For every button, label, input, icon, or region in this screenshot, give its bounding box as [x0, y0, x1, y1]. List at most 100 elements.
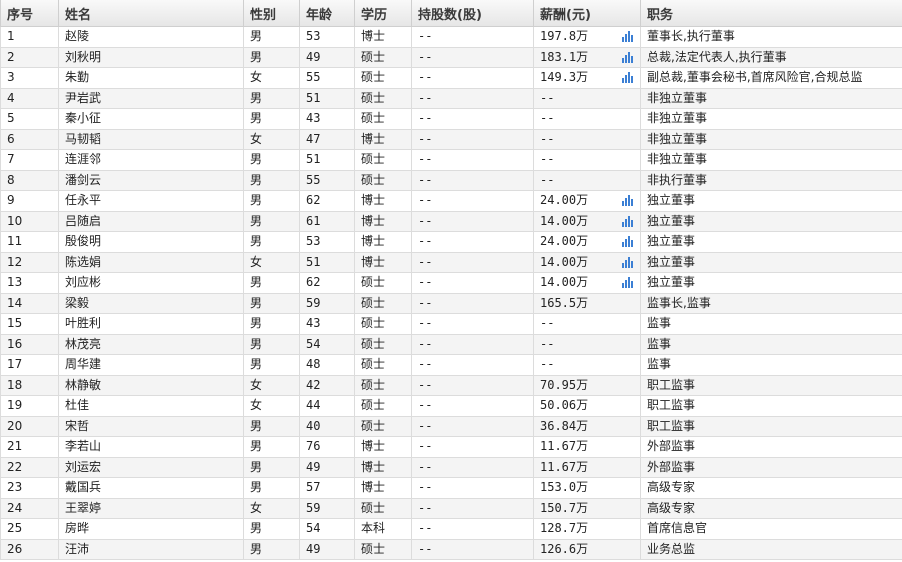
salary-value: -- [540, 336, 555, 351]
cell-education: 博士 [354, 477, 412, 499]
salary-value: 126.6万 [540, 541, 589, 556]
table-row[interactable]: 20 宋哲男 40 硕士 -- 36.84万 职工监事 [0, 415, 902, 437]
cell-education: 硕士 [354, 108, 412, 130]
cell-gender: 女 [243, 67, 300, 89]
table-row[interactable]: 10 吕随启男 61 博士 -- 14.00万 独立董事 [0, 210, 902, 232]
table-row[interactable]: 21 李若山男 76 博士 -- 11.67万 外部监事 [0, 436, 902, 458]
cell-education: 硕士 [354, 333, 412, 355]
salary-value: 50.06万 [540, 398, 589, 413]
col-header-education[interactable]: 学历 [354, 0, 412, 27]
cell-index: 26 [0, 538, 59, 560]
table-row[interactable]: 1 赵陵男 53 博士 -- 197.8万 董事长,执行董事 [0, 26, 902, 48]
table-row[interactable]: 6 马韧韬女 47 博士 -- -- 非独立董事 [0, 128, 902, 150]
cell-education: 博士 [354, 190, 412, 212]
salary-value: 24.00万 [540, 193, 589, 208]
cell-index: 20 [0, 415, 59, 437]
table-row[interactable]: 18 林静敏女 42 硕士 -- 70.95万 职工监事 [0, 374, 902, 396]
cell-shares: -- [411, 436, 534, 458]
table-row[interactable]: 5 秦小征男 43 硕士 -- -- 非独立董事 [0, 108, 902, 130]
table-row[interactable]: 7 连涯邻男 51 硕士 -- -- 非独立董事 [0, 149, 902, 171]
salary-value: 197.8万 [540, 29, 589, 44]
col-header-salary[interactable]: 薪酬(元) [533, 0, 641, 27]
bar-chart-icon[interactable] [622, 195, 634, 206]
cell-shares: -- [411, 149, 534, 171]
bar-chart-icon[interactable] [622, 215, 634, 227]
cell-age: 76 [299, 436, 355, 458]
cell-index: 23 [0, 477, 59, 499]
cell-salary: 153.0万 [533, 477, 641, 499]
cell-position: 职工监事 [640, 374, 902, 396]
cell-gender: 女 [243, 128, 300, 150]
cell-shares: -- [411, 169, 534, 191]
table-row[interactable]: 26 汪沛男 49 硕士 -- 126.6万 业务总监 [0, 538, 902, 560]
cell-name: 房晔 [58, 518, 244, 540]
col-header-name[interactable]: 姓名 [58, 0, 244, 27]
table-row[interactable]: 13 刘应彬男 62 硕士 -- 14.00万 独立董事 [0, 272, 902, 294]
salary-value: 165.5万 [540, 295, 589, 310]
table-row[interactable]: 8 潘剑云男 55 硕士 -- -- 非执行董事 [0, 169, 902, 191]
cell-name: 任永平 [58, 190, 244, 212]
table-row[interactable]: 15 叶胜利男 43 硕士 -- -- 监事 [0, 313, 902, 335]
cell-position: 监事 [640, 354, 902, 376]
table-row[interactable]: 23 戴国兵男 57 博士 -- 153.0万 高级专家 [0, 477, 902, 499]
cell-salary: 14.00万 [533, 272, 641, 294]
col-header-position[interactable]: 职务 [640, 0, 902, 27]
cell-salary: 50.06万 [533, 395, 641, 417]
cell-name: 林茂亮 [58, 333, 244, 355]
cell-position: 职工监事 [640, 415, 902, 437]
table-row[interactable]: 22 刘运宏男 49 博士 -- 11.67万 外部监事 [0, 456, 902, 478]
salary-value: 70.95万 [540, 377, 589, 392]
table-row[interactable]: 19 杜佳女 44 硕士 -- 50.06万 职工监事 [0, 395, 902, 417]
cell-salary: 36.84万 [533, 415, 641, 437]
salary-value: -- [540, 90, 555, 105]
table-row[interactable]: 2 刘秋明男 49 硕士 -- 183.1万 总裁,法定代表人,执行董事 [0, 46, 902, 68]
table-row[interactable]: 14 梁毅男 59 硕士 -- 165.5万 监事长,监事 [0, 292, 902, 314]
cell-age: 54 [299, 518, 355, 540]
table-row[interactable]: 25 房晔男 54 本科 -- 128.7万 首席信息官 [0, 518, 902, 540]
table-row[interactable]: 24 王翠婷女 59 硕士 -- 150.7万 高级专家 [0, 497, 902, 519]
cell-position: 外部监事 [640, 456, 902, 478]
cell-shares: -- [411, 538, 534, 560]
table-row[interactable]: 9 任永平男 62 博士 -- 24.00万 独立董事 [0, 190, 902, 212]
cell-education: 硕士 [354, 354, 412, 376]
cell-shares: -- [411, 108, 534, 130]
cell-index: 4 [0, 87, 59, 109]
table-row[interactable]: 3 朱勤女 55 硕士 -- 149.3万 副总裁,董事会秘书,首席风险官,合规总监 [0, 67, 902, 89]
cell-education: 硕士 [354, 374, 412, 396]
cell-salary: -- [533, 354, 641, 376]
bar-chart-icon[interactable] [622, 236, 634, 247]
cell-gender: 男 [243, 333, 300, 355]
bar-chart-icon[interactable] [622, 256, 634, 268]
salary-value: -- [540, 111, 555, 126]
salary-value: -- [540, 357, 555, 372]
cell-index: 10 [0, 210, 59, 232]
bar-chart-icon[interactable] [622, 31, 634, 42]
salary-value: 24.00万 [540, 234, 589, 249]
cell-age: 61 [299, 210, 355, 232]
table-row[interactable]: 12 陈选娟女 51 博士 -- 14.00万 独立董事 [0, 251, 902, 273]
col-header-shares[interactable]: 持股数(股) [411, 0, 534, 27]
cell-education: 硕士 [354, 497, 412, 519]
cell-gender: 男 [243, 415, 300, 437]
table-row[interactable]: 16 林茂亮男 54 硕士 -- -- 监事 [0, 333, 902, 355]
cell-gender: 男 [243, 169, 300, 191]
table-row[interactable]: 11 殷俊明男 53 博士 -- 24.00万 独立董事 [0, 231, 902, 253]
col-header-gender[interactable]: 性别 [243, 0, 300, 27]
cell-age: 62 [299, 272, 355, 294]
cell-gender: 女 [243, 251, 300, 273]
cell-position: 非独立董事 [640, 108, 902, 130]
cell-age: 62 [299, 190, 355, 212]
cell-position: 独立董事 [640, 231, 902, 253]
bar-chart-icon[interactable] [622, 72, 634, 83]
cell-gender: 男 [243, 518, 300, 540]
col-header-index[interactable]: 序号 [0, 0, 59, 27]
cell-age: 55 [299, 67, 355, 89]
cell-name: 刘运宏 [58, 456, 244, 478]
table-row[interactable]: 17 周华建男 48 硕士 -- -- 监事 [0, 354, 902, 376]
bar-chart-icon[interactable] [622, 277, 634, 288]
table-row[interactable]: 4 尹岩武男 51 硕士 -- -- 非独立董事 [0, 87, 902, 109]
col-header-age[interactable]: 年龄 [299, 0, 355, 27]
cell-gender: 男 [243, 231, 300, 253]
cell-age: 42 [299, 374, 355, 396]
bar-chart-icon[interactable] [622, 51, 634, 63]
